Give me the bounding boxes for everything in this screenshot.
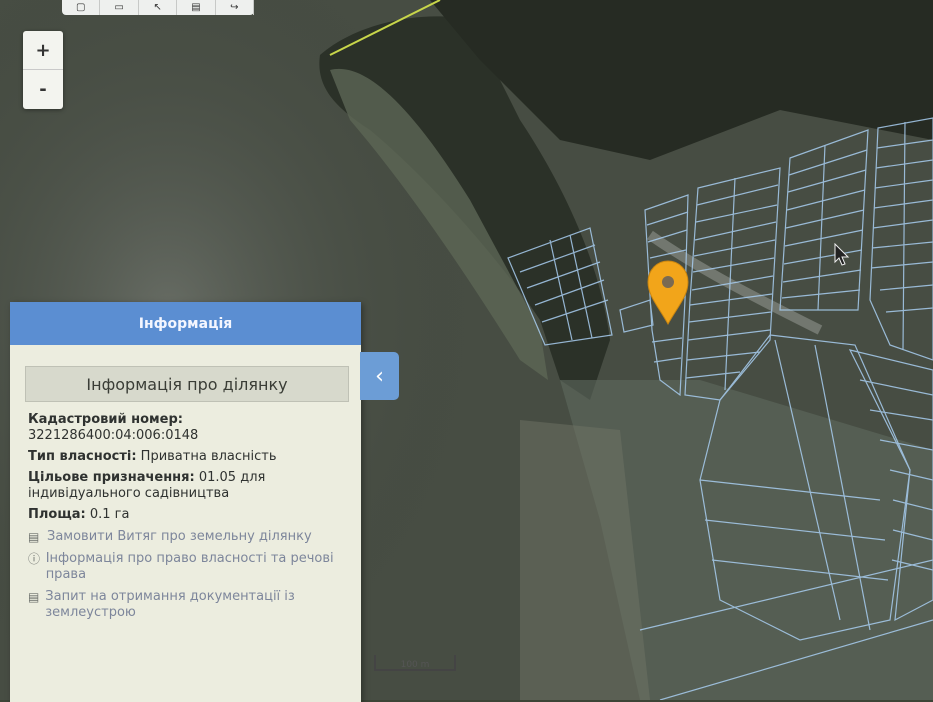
- pointer-icon[interactable]: ↖: [139, 0, 178, 15]
- info-panel: Інформація Інформація про ділянку Кадаст…: [10, 302, 361, 702]
- cadastral-number: 3221286400:04:006:0148: [28, 428, 199, 443]
- print-icon[interactable]: ▤: [177, 0, 216, 15]
- link-label: Інформація про право власності та речові…: [45, 551, 334, 582]
- documentation-request-link[interactable]: ▤ Запит на отримання документації із зем…: [28, 589, 347, 621]
- parcel-details: Кадастровий номер: 3221286400:04:006:014…: [10, 402, 361, 621]
- link-label: Запит на отримання документації із земле…: [45, 589, 295, 620]
- ruler-icon[interactable]: ▭: [100, 0, 139, 15]
- field-label: Тип власності:: [28, 449, 137, 464]
- document-icon: ▤: [28, 590, 40, 604]
- panel-title: Інформація: [10, 302, 361, 345]
- ownership-type-row: Тип власності: Приватна власність: [28, 449, 347, 465]
- zoom-out-button[interactable]: -: [23, 70, 63, 108]
- document-icon: ▤: [28, 530, 40, 544]
- info-icon: ⓘ: [28, 552, 41, 566]
- field-label: Кадастровий номер:: [28, 412, 183, 427]
- parcel-info-heading: Інформація про ділянку: [25, 366, 349, 402]
- zoom-control: + -: [23, 31, 63, 109]
- field-label: Площа:: [28, 507, 86, 522]
- link-label: Замовити Витяг про земельну ділянку: [47, 529, 312, 544]
- mouse-cursor-icon: [834, 243, 850, 266]
- ownership-info-link[interactable]: ⓘ Інформація про право власності та речо…: [28, 551, 347, 583]
- area-row: Площа: 0.1 га: [28, 507, 347, 523]
- map-toolbar: ▢ ▭ ↖ ▤ ↪: [62, 0, 255, 15]
- ownership-type: Приватна власність: [140, 449, 277, 464]
- collapse-panel-button[interactable]: ‹: [360, 352, 399, 400]
- order-extract-link[interactable]: ▤ Замовити Витяг про земельну ділянку: [28, 529, 347, 545]
- share-icon[interactable]: ↪: [216, 0, 255, 15]
- chevron-left-icon: ‹: [375, 363, 384, 389]
- zoom-in-button[interactable]: +: [23, 31, 63, 70]
- measure-icon[interactable]: ▢: [62, 0, 101, 15]
- scale-label: 100 m: [400, 660, 430, 670]
- cadastral-number-row: Кадастровий номер: 3221286400:04:006:014…: [28, 412, 347, 444]
- purpose-row: Цільове призначення: 01.05 для індивідуа…: [28, 470, 347, 502]
- scale-bar: 100 m: [374, 655, 456, 671]
- area: 0.1 га: [89, 507, 130, 522]
- field-label: Цільове призначення:: [28, 470, 195, 485]
